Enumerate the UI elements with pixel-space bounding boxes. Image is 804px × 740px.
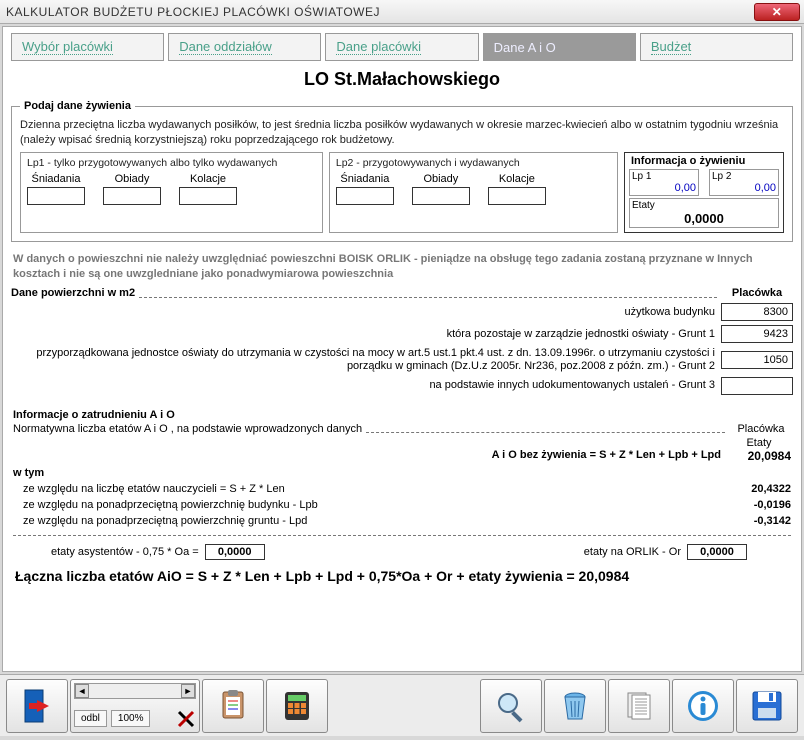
- work-area: Wybór placówki Dane oddziałów Dane placó…: [2, 26, 802, 672]
- tab-bar: Wybór placówki Dane oddziałów Dane placó…: [11, 33, 793, 61]
- feeding-legend: Podaj dane żywienia: [20, 100, 135, 112]
- search-button[interactable]: [480, 679, 542, 733]
- employ-main-label: A i O bez żywienia = S + Z * Len + Lpb +…: [11, 449, 729, 463]
- tab-dane-placowki[interactable]: Dane placówki: [325, 33, 478, 61]
- lp1-kolacje-input[interactable]: [179, 187, 237, 205]
- lp2-obiady-input[interactable]: [412, 187, 470, 205]
- lp1-kolacje-label: Kolacje: [179, 173, 237, 185]
- tab-budzet[interactable]: Budżet: [640, 33, 793, 61]
- calculator-icon: [280, 689, 314, 723]
- surface-r1-label: użytkowa budynku: [11, 306, 721, 319]
- employ-r3-val: -0,3142: [729, 515, 793, 527]
- window-close-button[interactable]: ✕: [754, 3, 800, 21]
- surface-r4-input[interactable]: [721, 377, 793, 395]
- employ-subtitle: Normatywna liczba etatów A i O , na pods…: [13, 423, 362, 435]
- surface-legend: Dane powierzchni w m2: [11, 287, 135, 299]
- lp1-sniadania-input[interactable]: [27, 187, 85, 205]
- feeding-info-title: Informacja o żywieniu: [631, 155, 779, 167]
- surface-r2-label: która pozostaje w zarządzie jednostki oś…: [11, 328, 721, 341]
- employ-main-val: 20,0984: [729, 449, 793, 463]
- assist-value: 0,0000: [205, 544, 265, 560]
- employ-r1-val: 20,4322: [729, 483, 793, 495]
- employ-r2-label: ze względu na ponadprzeciętną powierzchn…: [11, 499, 729, 511]
- surface-r3-label: przyporządkowana jednostce oświaty do ut…: [11, 347, 721, 372]
- trash-icon: [558, 689, 592, 723]
- surface-group: Dane powierzchni w m2 Placówka użytkowa …: [11, 287, 793, 394]
- lp2-title: Lp2 - przygotowywanych i wydawanych: [336, 157, 611, 169]
- employ-wtym: w tym: [11, 467, 793, 479]
- info-icon: [685, 688, 721, 724]
- lp2-kolacje-input[interactable]: [488, 187, 546, 205]
- lp2-sniadania-input[interactable]: [336, 187, 394, 205]
- save-button[interactable]: [736, 679, 798, 733]
- clipboard-icon: [216, 689, 250, 723]
- surface-r2-input[interactable]: [721, 325, 793, 343]
- bottom-toolbar: ◄ ► odbl 100%: [0, 674, 804, 736]
- orlik-note: W danych o powieszchni nie należy uwzglę…: [13, 252, 791, 282]
- scroll-left-icon[interactable]: ◄: [75, 684, 89, 698]
- orlik-etaty-label: etaty na ORLIK - Or: [584, 546, 681, 558]
- surface-r4-label: na podstawie innych udokumentowanych ust…: [11, 379, 721, 392]
- employ-r3-label: ze względu na ponadprzeciętną powierzchn…: [11, 515, 729, 527]
- lp2-kolacje-label: Kolacje: [488, 173, 546, 185]
- employ-title: Informacje o zatrudnieniu A i O: [13, 409, 793, 421]
- exit-button[interactable]: [6, 679, 68, 733]
- zoom-scrollbar[interactable]: ◄ ►: [74, 683, 196, 699]
- total-line: Łączna liczba etatów AiO = S + Z * Len +…: [15, 568, 789, 584]
- assist-label: etaty asystentów - 0,75 * Oa =: [51, 546, 199, 558]
- lp1-obiady-label: Obiady: [103, 173, 161, 185]
- scroll-right-icon[interactable]: ►: [181, 684, 195, 698]
- clipboard-button[interactable]: [202, 679, 264, 733]
- zoom-mode-button[interactable]: odbl: [74, 710, 107, 727]
- info-button[interactable]: [672, 679, 734, 733]
- exit-icon: [19, 688, 55, 724]
- close-icon: ✕: [772, 5, 783, 19]
- tab-dane-aio[interactable]: Dane A i O: [483, 33, 636, 61]
- trash-button[interactable]: [544, 679, 606, 733]
- lp1-group: Lp1 - tylko przygotowywanych albo tylko …: [20, 152, 323, 233]
- employ-col-head: Placówka: [729, 423, 793, 435]
- etaty-readout: Etaty 0,0000: [629, 198, 779, 228]
- zoom-group: ◄ ► odbl 100%: [70, 679, 200, 733]
- feeding-group: Podaj dane żywienia Dzienna przeciętna l…: [11, 100, 793, 242]
- surface-r3-input[interactable]: [721, 351, 793, 369]
- lp2-obiady-label: Obiady: [412, 173, 470, 185]
- lp1-sniadania-label: Śniadania: [27, 173, 85, 185]
- page-title: LO St.Małachowskiego: [11, 69, 793, 90]
- calculator-button[interactable]: [266, 679, 328, 733]
- feeding-info-box: Informacja o żywieniu Lp 1 0,00 Lp 2 0,0…: [624, 152, 784, 233]
- magnifier-icon: [494, 689, 528, 723]
- lp2-group: Lp2 - przygotowywanych i wydawanych Śnia…: [329, 152, 618, 233]
- window-title: KALKULATOR BUDŻETU PŁOCKIEJ PLACÓWKI OŚW…: [6, 5, 380, 19]
- lp2-readout: Lp 2 0,00: [709, 169, 779, 196]
- lp1-obiady-input[interactable]: [103, 187, 161, 205]
- zoom-percent: 100%: [111, 710, 151, 727]
- title-bar: KALKULATOR BUDŻETU PŁOCKIEJ PLACÓWKI OŚW…: [0, 0, 804, 24]
- employ-col-sub: Etaty: [727, 437, 791, 449]
- orlik-etaty-value: 0,0000: [687, 544, 747, 560]
- tab-dane-oddzialow[interactable]: Dane oddziałów: [168, 33, 321, 61]
- tab-wybor-placowki[interactable]: Wybór placówki: [11, 33, 164, 61]
- employ-r1-label: ze względu na liczbę etatów nauczycieli …: [11, 483, 729, 495]
- lp1-readout: Lp 1 0,00: [629, 169, 699, 196]
- surface-col-head: Placówka: [721, 287, 793, 299]
- employ-r2-val: -0,0196: [729, 499, 793, 511]
- floppy-icon: [749, 688, 785, 724]
- delete-x-icon[interactable]: [176, 709, 196, 729]
- surface-r1-input[interactable]: [721, 303, 793, 321]
- document-button[interactable]: [608, 679, 670, 733]
- lp1-title: Lp1 - tylko przygotowywanych albo tylko …: [27, 157, 316, 169]
- feeding-intro: Dzienna przeciętna liczba wydawanych pos…: [20, 118, 784, 148]
- lp2-sniadania-label: Śniadania: [336, 173, 394, 185]
- document-icon: [622, 689, 656, 723]
